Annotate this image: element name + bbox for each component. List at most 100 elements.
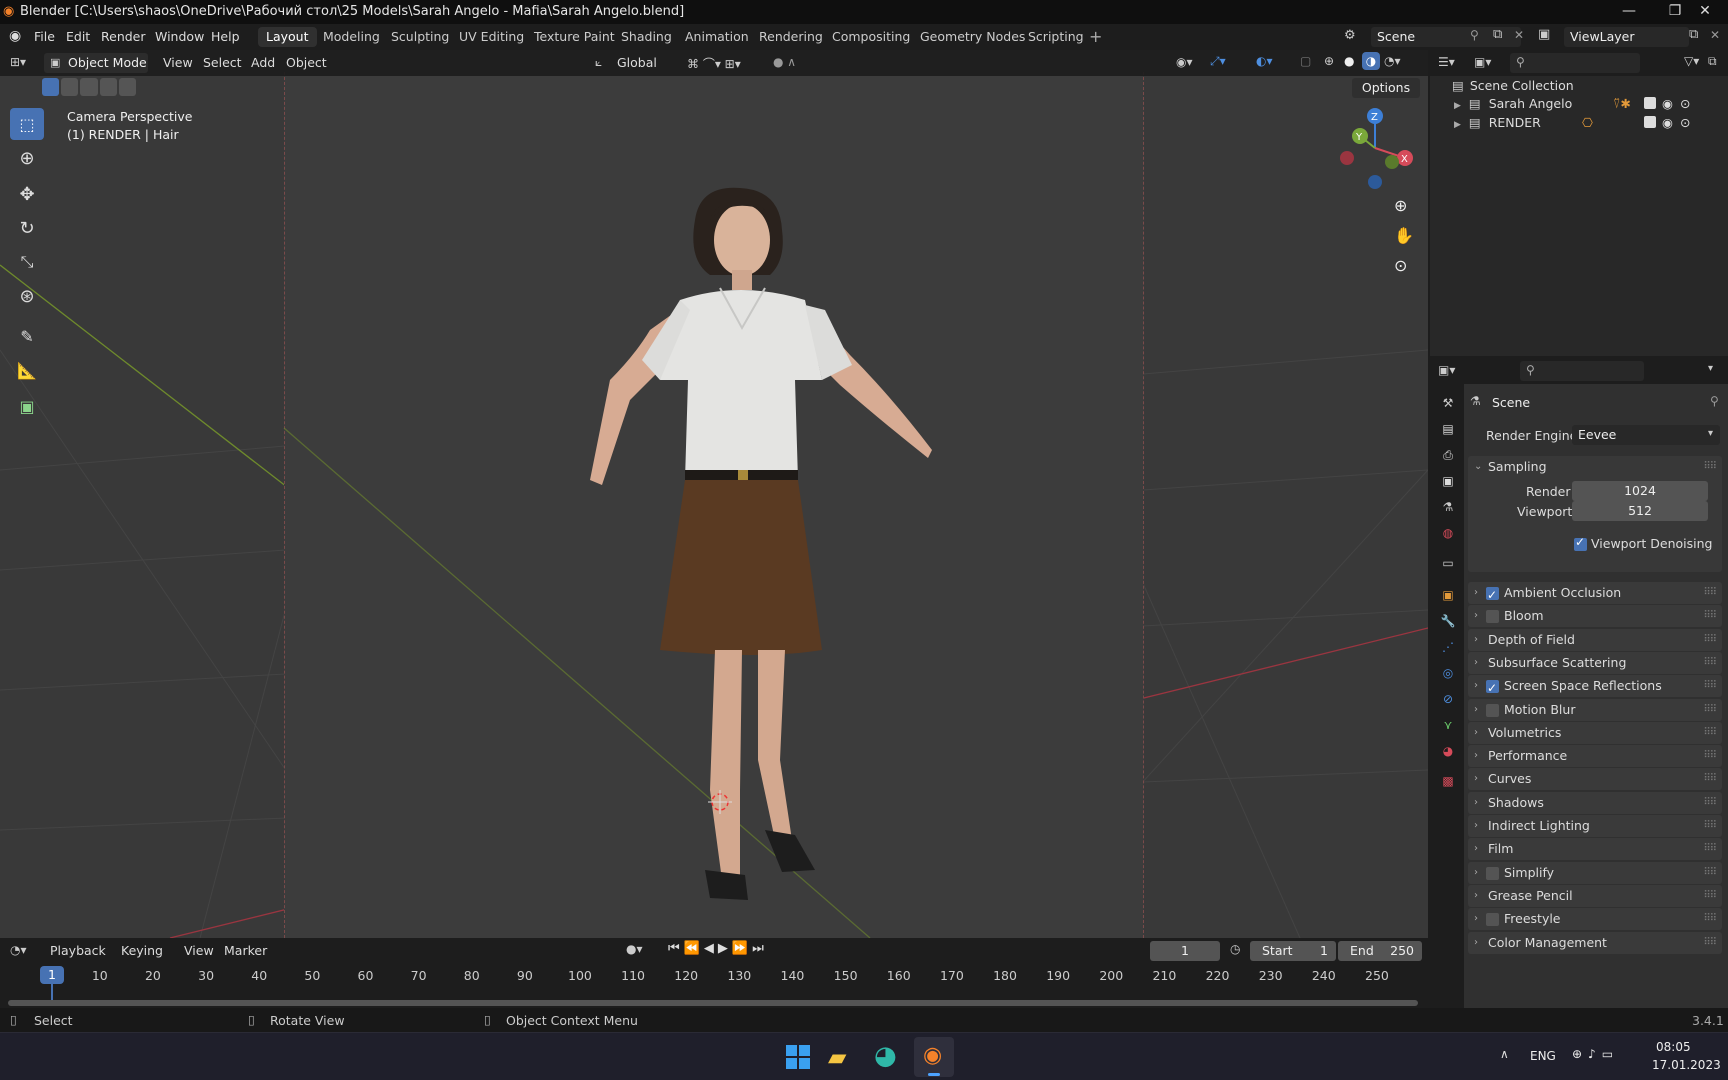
physics-tab-icon[interactable]: ◎ (1436, 662, 1460, 684)
overlay-toggle-icon[interactable]: ◐▾ (1256, 54, 1273, 68)
material-shading-icon[interactable]: ◑ (1362, 52, 1380, 70)
options-dropdown[interactable]: Options (1352, 78, 1420, 98)
zoom-icon[interactable]: ⊕ (1394, 196, 1407, 215)
gizmo-toggle-icon[interactable]: ⤢▾ (1210, 54, 1226, 69)
transform-tool-icon[interactable]: ⊛ (10, 280, 44, 312)
section-color-management[interactable]: › Color Management ⠿⠿ (1468, 931, 1722, 954)
timeline-menu-marker[interactable]: Marker (224, 943, 267, 958)
expand-arrow-icon[interactable]: › (1474, 722, 1478, 744)
exclude-checkbox[interactable] (1644, 97, 1656, 109)
section-enable-checkbox[interactable] (1486, 610, 1499, 624)
section-bloom[interactable]: › Bloom ⠿⠿ (1468, 605, 1722, 628)
expand-arrow-icon[interactable]: › (1474, 745, 1478, 767)
timeline-scrollbar[interactable] (8, 1000, 1418, 1006)
viewport-samples-field[interactable]: 512 (1572, 501, 1708, 521)
section-grease-pencil[interactable]: › Grease Pencil ⠿⠿ (1468, 884, 1722, 907)
particles-tab-icon[interactable]: ⋰ (1436, 636, 1460, 658)
view-layer-tab-icon[interactable]: ▣ (1436, 470, 1460, 492)
menu-render[interactable]: Render (101, 29, 146, 44)
drag-handle-icon[interactable]: ⠿⠿ (1703, 629, 1717, 651)
timeline-menu-playback[interactable]: Playback (50, 943, 106, 958)
viewport-menu-view[interactable]: View (163, 55, 193, 70)
section-motion-blur[interactable]: › Motion Blur ⠿⠿ (1468, 698, 1722, 721)
constraints-tab-icon[interactable]: ⊘ (1436, 688, 1460, 710)
chevron-down-icon[interactable]: ▾ (1708, 363, 1713, 374)
world-tab-icon[interactable]: ◍ (1436, 522, 1460, 544)
section-film[interactable]: › Film ⠿⠿ (1468, 838, 1722, 861)
expand-arrow-icon[interactable]: › (1474, 582, 1478, 604)
material-tab-icon[interactable]: ◕ (1436, 740, 1460, 762)
expand-arrow-icon[interactable]: › (1474, 605, 1478, 627)
3d-viewport[interactable]: ⊞▾ Object Mode ▣ View Select Add Object … (0, 50, 1428, 938)
language-indicator[interactable]: ENG (1530, 1049, 1556, 1063)
add-cube-tool-icon[interactable]: ▣ (10, 390, 44, 422)
section-indirect-lighting[interactable]: › Indirect Lighting ⠿⠿ (1468, 815, 1722, 837)
section-freestyle[interactable]: › Freestyle ⠿⠿ (1468, 908, 1722, 931)
section-shadows[interactable]: › Shadows ⠿⠿ (1468, 791, 1722, 814)
tab-scripting[interactable]: Scripting (1020, 27, 1092, 47)
expand-arrow-icon[interactable]: › (1474, 932, 1478, 954)
menu-edit[interactable]: Edit (66, 29, 90, 44)
section-screen-space-reflections[interactable]: › Screen Space Reflections ⠿⠿ (1468, 675, 1722, 699)
new-viewlayer-icon[interactable]: ⧉ (1689, 27, 1698, 42)
drag-handle-icon[interactable]: ⠿⠿ (1703, 932, 1717, 954)
move-tool-icon[interactable]: ✥ (10, 178, 44, 210)
tab-shading[interactable]: Shading (613, 27, 680, 47)
camera-view-icon[interactable]: ⊙ (1394, 256, 1407, 275)
expand-arrow-icon[interactable]: › (1474, 862, 1478, 884)
render-engine-dropdown[interactable]: Eevee (1572, 425, 1720, 445)
add-workspace-button[interactable]: + (1089, 27, 1102, 46)
editor-type-icon[interactable]: ⊞▾ (10, 55, 26, 69)
menu-file[interactable]: File (34, 29, 55, 44)
timeline-editor-icon[interactable]: ◔▾ (10, 943, 27, 957)
expand-arrow-icon[interactable]: › (1474, 908, 1478, 930)
transform-orientation[interactable]: Global (617, 55, 657, 70)
solid-shading-icon[interactable]: ● (1344, 54, 1354, 68)
output-tab-icon[interactable]: ⎙ (1436, 444, 1460, 466)
section-depth-of-field[interactable]: › Depth of Field ⠿⠿ (1468, 628, 1722, 651)
new-scene-icon[interactable]: ⧉ (1493, 27, 1502, 42)
select-subtract-icon[interactable] (80, 78, 98, 96)
tray-icons[interactable]: ⊕♪▭ (1572, 1047, 1619, 1061)
tray-chevron-icon[interactable]: ∧ (1500, 1047, 1509, 1061)
windows-start-icon[interactable] (786, 1045, 810, 1069)
expand-arrow-icon[interactable]: ▶ (1454, 120, 1461, 130)
drag-handle-icon[interactable]: ⠿⠿ (1703, 885, 1717, 907)
sampling-section-header[interactable]: ⌄ Sampling ⠿⠿ (1468, 456, 1722, 478)
select-invert-icon[interactable] (99, 78, 117, 96)
scene-tab-icon[interactable]: ⚗ (1436, 496, 1460, 518)
expand-arrow-icon[interactable]: › (1474, 815, 1478, 837)
new-collection-icon[interactable]: ⧉ (1708, 54, 1717, 69)
drag-handle-icon[interactable]: ⠿⠿ (1703, 699, 1717, 721)
tab-rendering[interactable]: Rendering (751, 27, 831, 47)
clock-time[interactable]: 08:05 (1656, 1040, 1691, 1054)
drag-handle-icon[interactable]: ⠿⠿ (1703, 582, 1717, 604)
tab-uv-editing[interactable]: UV Editing (451, 27, 532, 47)
file-explorer-icon[interactable]: ▰ (828, 1043, 846, 1071)
section-enable-checkbox[interactable] (1486, 584, 1499, 606)
render-samples-field[interactable]: 1024 (1572, 481, 1708, 501)
collection-tab-icon[interactable]: ▭ (1436, 552, 1460, 574)
drag-handle-icon[interactable]: ⠿⠿ (1703, 605, 1717, 627)
expand-arrow-icon[interactable]: › (1474, 838, 1478, 860)
close-button[interactable]: ✕ (1682, 0, 1728, 24)
outliner-item-sarah-angelo[interactable]: ▶ ▤ Sarah Angelo ⍢✱ ◉ ⊙ (1454, 96, 1726, 114)
drag-handle-icon[interactable]: ⠿⠿ (1703, 675, 1717, 697)
filter-icon[interactable]: ▽▾ (1684, 54, 1699, 68)
menu-help[interactable]: Help (211, 29, 240, 44)
stopwatch-icon[interactable]: ◷ (1230, 942, 1240, 956)
expand-arrow-icon[interactable]: › (1474, 699, 1478, 721)
object-tab-icon[interactable]: ▣ (1436, 584, 1460, 606)
render-tab-icon[interactable]: ▤ (1436, 418, 1460, 440)
xray-icon[interactable]: ▢ (1300, 54, 1311, 68)
menu-window[interactable]: Window (155, 29, 204, 44)
start-frame-field[interactable]: Start 1 (1250, 941, 1336, 961)
viewport-menu-select[interactable]: Select (203, 55, 242, 70)
drag-handle-icon[interactable]: ⠿⠿ (1703, 768, 1717, 790)
minimize-button[interactable]: — (1606, 0, 1652, 24)
outliner-search-input[interactable] (1510, 53, 1640, 73)
tab-animation[interactable]: Animation (677, 27, 757, 47)
playback-controls[interactable]: ⏮⏪◀▶⏩⏭ (668, 941, 768, 956)
annotate-tool-icon[interactable]: ✎ (10, 320, 44, 352)
current-frame-field[interactable]: 1 (1150, 941, 1220, 961)
